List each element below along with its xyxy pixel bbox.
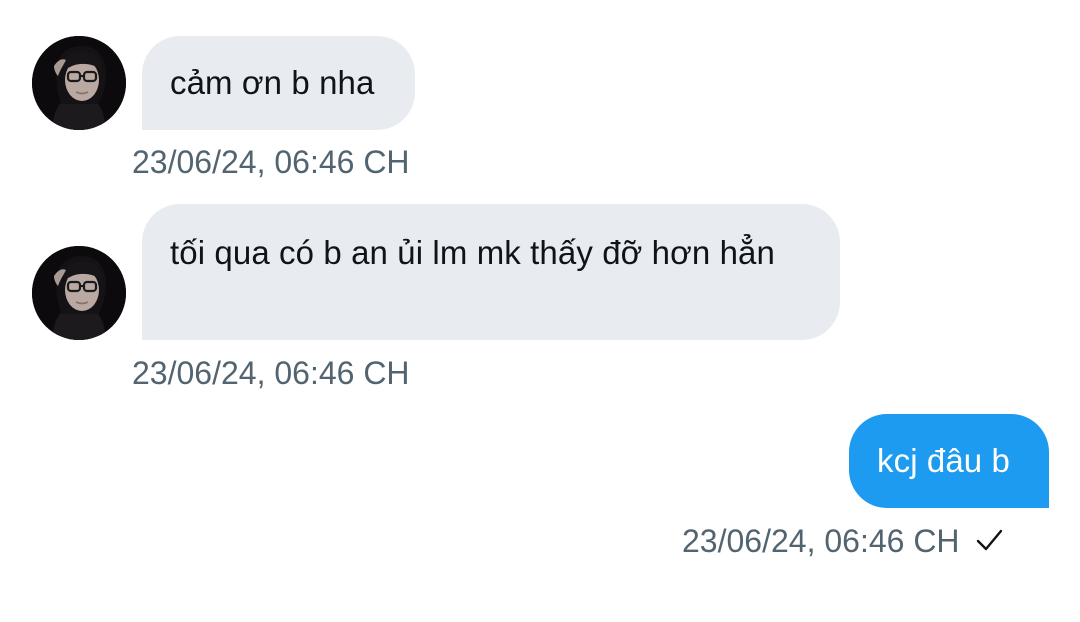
message-bubble[interactable]: kcj đâu b (849, 414, 1049, 508)
message-text: kcj đâu b (877, 442, 1010, 479)
message-outgoing-1: kcj đâu b 23/06/24, 06:46 CH (0, 0, 1080, 600)
message-timestamp-row: 23/06/24, 06:46 CH (682, 522, 1004, 560)
check-icon (976, 529, 1002, 551)
message-timestamp: 23/06/24, 06:46 CH (682, 523, 960, 559)
